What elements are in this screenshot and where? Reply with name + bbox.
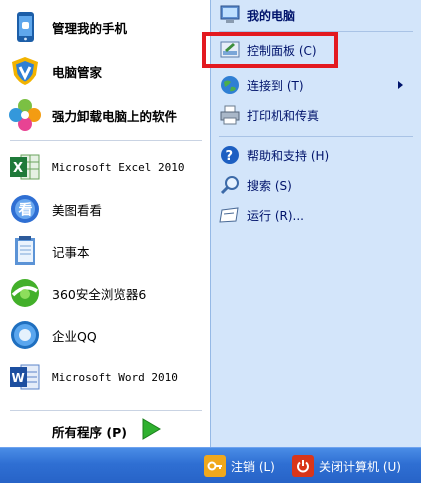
excel-icon: X (8, 150, 42, 184)
left-divider (10, 140, 202, 141)
control-panel-icon (219, 39, 241, 61)
key-icon (204, 455, 226, 477)
svg-text:X: X (13, 161, 23, 176)
recent-item-qq[interactable]: 企业QQ (8, 316, 208, 354)
right-item-printers[interactable]: 打印机和传真 (219, 102, 415, 128)
green-arrow-icon (141, 418, 161, 444)
recent-item-word[interactable]: W Microsoft Word 2010 (8, 358, 208, 396)
right-divider (219, 136, 413, 137)
recent-item-label: Microsoft Excel 2010 (52, 160, 185, 174)
notepad-icon (8, 234, 42, 268)
run-icon (219, 204, 241, 226)
right-item-label: 控制面板 (C) (247, 43, 317, 58)
bottom-bar: 注销 (L) 关闭计算机 (U) (0, 447, 421, 483)
right-item-my-computer[interactable]: 我的电脑 (219, 2, 415, 28)
pinned-item-uninstall[interactable]: 强力卸载电脑上的软件 (8, 96, 208, 134)
all-programs-button[interactable]: 所有程序 (P) (52, 418, 161, 444)
qq-icon (8, 318, 42, 352)
right-pane: 我的电脑 控制面板 (C) 连接到 (T) 打印机和传真 ? 帮助和支持 (H)… (210, 0, 421, 447)
pinned-item-pc-manager[interactable]: 电脑管家 (8, 52, 208, 90)
recent-item-label: Microsoft Word 2010 (52, 370, 178, 384)
right-item-label: 我的电脑 (247, 8, 296, 23)
printer-icon (219, 104, 241, 126)
recent-item-excel[interactable]: X Microsoft Excel 2010 (8, 148, 208, 186)
right-divider (219, 31, 413, 32)
right-item-label: 打印机和传真 (247, 108, 320, 123)
recent-item-label: 美图看看 (52, 202, 103, 218)
submenu-arrow-icon (398, 81, 403, 89)
left-pane: 管理我的手机 电脑管家 强力卸载电脑上的软件 X Microsoft Excel… (0, 0, 210, 447)
pinned-item-label: 强力卸载电脑上的软件 (52, 108, 178, 124)
recent-item-360-browser[interactable]: 360安全浏览器6 (8, 274, 208, 312)
help-icon: ? (219, 144, 241, 166)
all-programs-label: 所有程序 (P) (52, 424, 127, 440)
browser-360-icon (8, 276, 42, 310)
pinned-item-label: 电脑管家 (52, 64, 103, 80)
recent-item-meitu[interactable]: 看 美图看看 (8, 190, 208, 228)
svg-text:看: 看 (18, 202, 33, 219)
recent-item-label: 记事本 (52, 244, 90, 260)
logoff-button[interactable]: 注销 (L) (204, 454, 275, 478)
shutdown-label: 关闭计算机 (U) (319, 459, 401, 474)
shield-icon (8, 54, 42, 88)
recent-item-label: 360安全浏览器6 (52, 286, 147, 302)
shutdown-button[interactable]: 关闭计算机 (U) (292, 454, 401, 478)
right-item-search[interactable]: 搜索 (S) (219, 172, 415, 198)
right-item-connect-to[interactable]: 连接到 (T) (219, 72, 415, 98)
right-item-label: 连接到 (T) (247, 78, 304, 93)
uninstall-icon (8, 98, 42, 132)
pinned-item-label: 管理我的手机 (52, 20, 128, 36)
right-item-help[interactable]: ? 帮助和支持 (H) (219, 142, 415, 168)
right-item-label: 运行 (R)... (247, 208, 304, 223)
svg-text:?: ? (226, 149, 234, 164)
pinned-item-phone-manager[interactable]: 管理我的手机 (8, 8, 208, 46)
start-menu: 管理我的手机 电脑管家 强力卸载电脑上的软件 X Microsoft Excel… (0, 0, 421, 483)
right-item-label: 搜索 (S) (247, 178, 292, 193)
logoff-label: 注销 (L) (231, 459, 275, 474)
my-computer-icon (219, 4, 241, 26)
right-item-control-panel[interactable]: 控制面板 (C) (219, 37, 415, 63)
word-icon: W (8, 360, 42, 394)
recent-item-notepad[interactable]: 记事本 (8, 232, 208, 270)
power-icon (292, 455, 314, 477)
connect-to-icon (219, 74, 241, 96)
right-item-label: 帮助和支持 (H) (247, 148, 330, 163)
svg-text:W: W (12, 371, 25, 385)
recent-item-label: 企业QQ (52, 328, 97, 344)
meitu-icon: 看 (8, 192, 42, 226)
phone-manager-icon (8, 10, 42, 44)
search-icon (219, 174, 241, 196)
right-item-run[interactable]: 运行 (R)... (219, 202, 415, 228)
left-bottom-divider (10, 410, 202, 411)
